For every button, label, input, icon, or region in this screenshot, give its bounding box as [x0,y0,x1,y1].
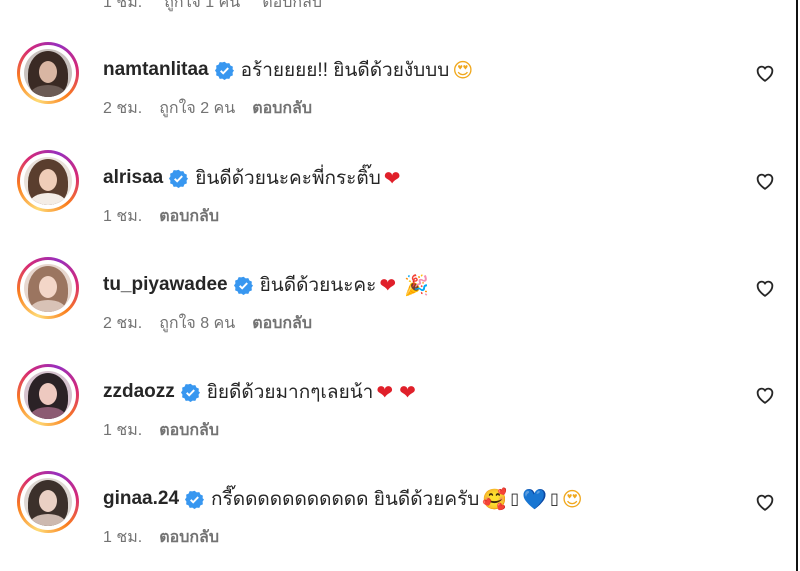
reply-button[interactable]: ตอบกลับ [252,311,312,336]
reply-button[interactable]: ตอบกลับ [159,525,219,550]
comment-likes[interactable]: ถูกใจ 1 คน [164,0,240,15]
heart-eyes-emoji: 😍 [452,58,474,82]
comment-time: 2 ชม. [103,315,143,332]
blue-heart-emoji: 💙 [522,487,547,511]
comment-time: 2 ชม. [103,100,143,117]
scrollbar-thumb[interactable] [796,0,798,571]
avatar[interactable] [17,257,79,319]
comment-item: tu_piyawadee ยินดีด้วยนะคะ ❤ 🎉 2 ชม. ถูก… [0,257,790,357]
red-heart-emoji: ❤ [383,166,401,190]
red-heart-emoji: ❤ [376,380,394,404]
comment-username[interactable]: ginaa.24 [103,488,179,510]
comment-text: ยินดีด้วยนะคะ [259,275,377,296]
avatar[interactable] [17,42,79,104]
comment-text: ยินดีด้วยนะคะพี่กระติ๊บ [195,168,381,189]
avatar[interactable] [17,364,79,426]
reply-button[interactable]: ตอบกลับ [159,204,219,229]
reply-button[interactable]: ตอบกลับ [262,0,322,15]
missing-glyph-box: ▯ [549,489,559,508]
heart-outline-icon[interactable] [754,62,776,84]
comment-username[interactable]: zzdaozz [103,381,175,403]
comment-likes[interactable]: ถูกใจ 8 คน [159,311,235,336]
red-heart-emoji: ❤ [399,380,416,404]
verified-badge-icon [169,169,189,188]
comment-likes[interactable]: ถูกใจ 2 คน [159,96,235,121]
party-popper-emoji: 🎉 [404,273,429,297]
heart-outline-icon[interactable] [754,170,776,192]
heart-outline-icon[interactable] [754,491,776,513]
comment-time: 1 ชม. [103,529,143,546]
heart-outline-icon[interactable] [754,277,776,299]
comment-username[interactable]: alrisaa [103,167,163,189]
verified-badge-icon [185,490,205,509]
red-heart-emoji: ❤ [379,273,397,297]
comment-item: zzdaozz ยิยดีด้วยมากๆเลยน้า ❤ ❤ 1 ชม. ตอ… [0,364,790,464]
smiling-face-with-hearts-emoji: 🥰 [482,487,508,511]
reply-button[interactable]: ตอบกลับ [252,96,312,121]
comment-text: อร้ายยยย!! ยินดีด้วยงับบบ [240,60,450,81]
avatar[interactable] [17,471,79,533]
comment-username[interactable]: tu_piyawadee [103,274,228,296]
comment-time: 1 ชม. [103,0,143,11]
comment-time: 1 ชม. [103,208,143,225]
heart-outline-icon[interactable] [754,384,776,406]
avatar[interactable] [17,150,79,212]
comment-item: alrisaa ยินดีด้วยนะคะพี่กระติ๊บ ❤ 1 ชม. … [0,150,790,250]
verified-badge-icon [214,61,234,80]
previous-comment-meta: 1 ชม. ถูกใจ 1 คน ตอบกลับ [103,0,322,15]
comment-item: ginaa.24 กรี๊ดดดดดดดดดดด ยินดีด้วยครับ 🥰… [0,471,790,571]
comment-text: ยิยดีด้วยมากๆเลยน้า [206,382,374,403]
missing-glyph-box: ▯ [510,489,520,508]
comment-time: 1 ชม. [103,422,143,439]
heart-eyes-emoji: 😍 [561,487,583,511]
verified-badge-icon [180,383,200,402]
reply-button[interactable]: ตอบกลับ [159,418,219,443]
verified-badge-icon [233,276,253,295]
comment-username[interactable]: namtanlitaa [103,59,209,81]
comment-text: กรี๊ดดดดดดดดดดด ยินดีด้วยครับ [211,489,480,510]
comment-item: namtanlitaa อร้ายยยย!! ยินดีด้วยงับบบ 😍 … [0,42,790,142]
